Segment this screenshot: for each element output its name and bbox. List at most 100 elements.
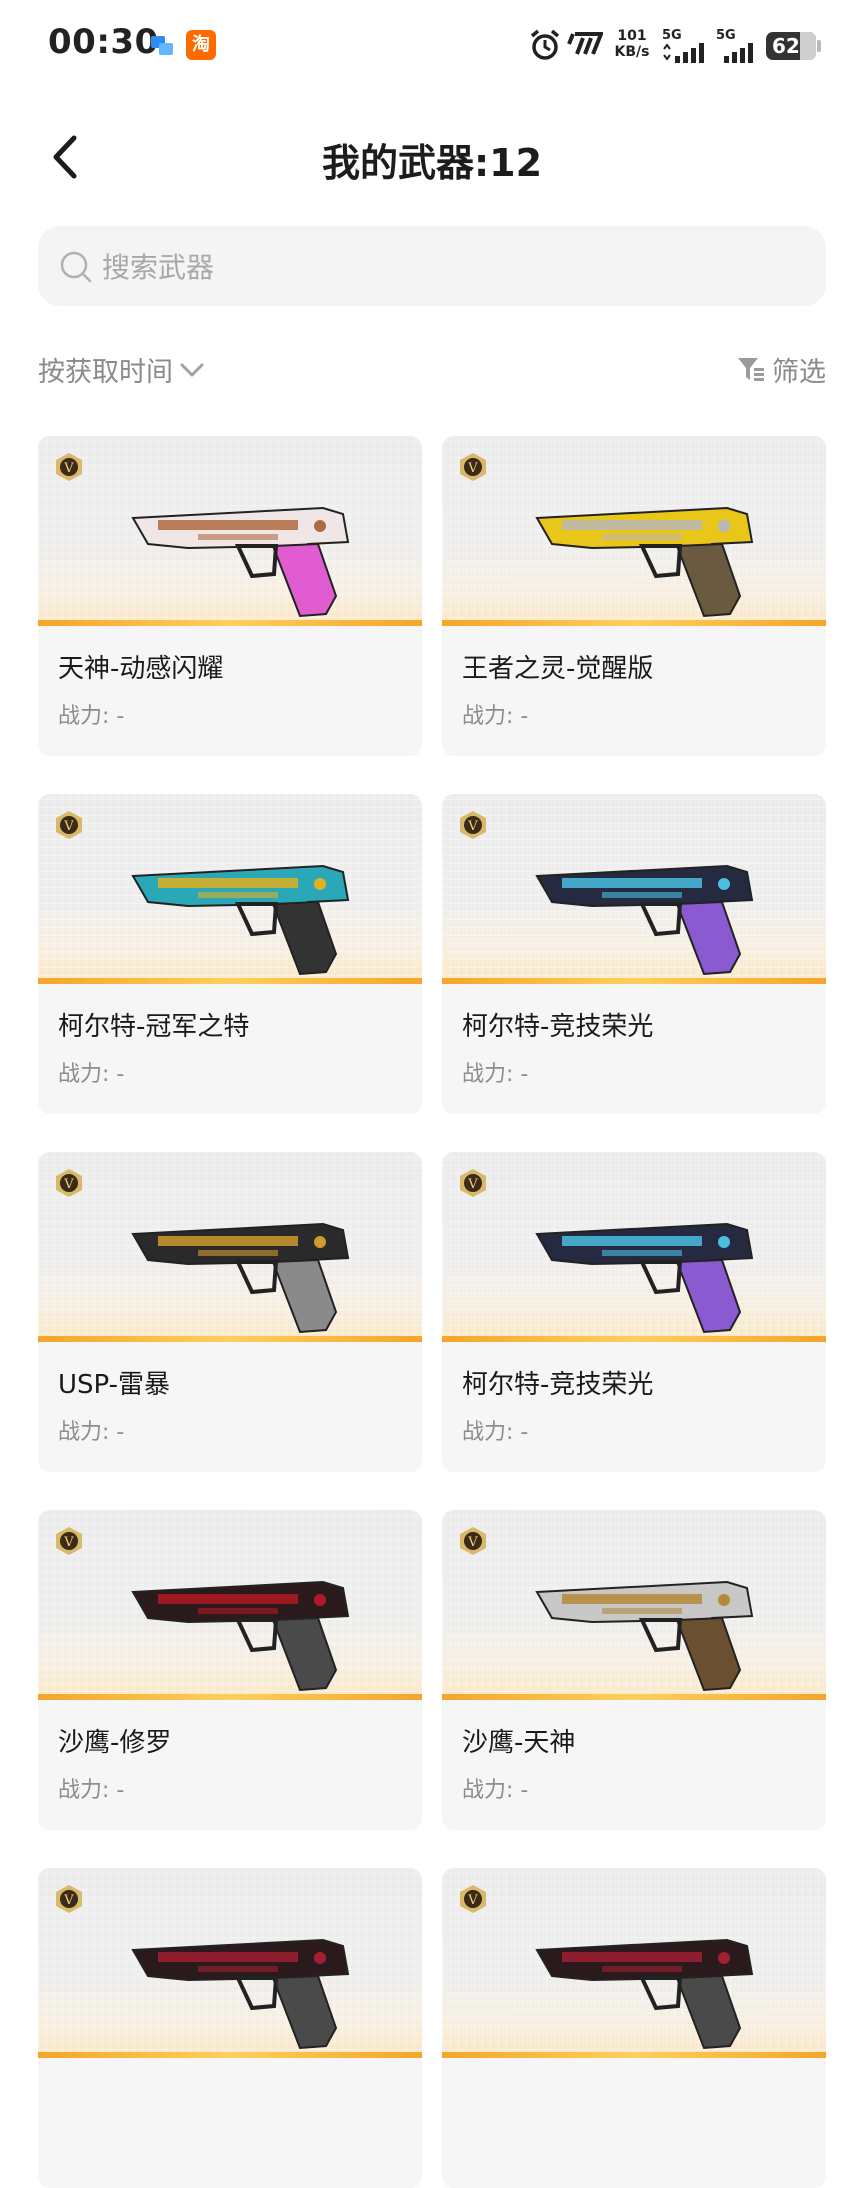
weapon-card[interactable]: V 柯尔特-冠军之特 战力: -	[38, 794, 422, 1114]
battery-empty-area	[800, 32, 816, 60]
vip-badge-icon: V	[56, 453, 82, 481]
vip-badge-icon: V	[56, 1527, 82, 1555]
page-title: 我的武器:12	[321, 141, 543, 185]
weapon-name: 沙鹰-修罗	[58, 1728, 172, 1758]
weapon-power: 战力: -	[462, 1062, 529, 1087]
weapon-image-area: V	[442, 1510, 826, 1700]
weapon-name: 天神-动感闪耀	[58, 654, 224, 684]
speed-unit: KB/s	[614, 44, 650, 60]
signal-1: 5G	[662, 28, 710, 64]
weapon-image-area: V	[38, 1152, 422, 1342]
chevron-down-icon	[180, 363, 204, 376]
net-type-2: 5G	[716, 28, 736, 43]
weapon-card[interactable]: V 沙鹰-天神 战力: -	[442, 1510, 826, 1830]
vip-badge-icon: V	[56, 811, 82, 839]
speed-value: 101	[617, 28, 647, 44]
vip-badge-icon: V	[460, 1885, 486, 1913]
weapon-card[interactable]: V USP-雷暴 战力: -	[38, 1152, 422, 1472]
badge-letter: V	[63, 1535, 74, 1550]
weapon-card[interactable]: V	[38, 1868, 422, 2188]
rarity-bar	[38, 978, 422, 984]
weapon-card[interactable]: V 柯尔特-竞技荣光 战力: -	[442, 1152, 826, 1472]
weapon-image	[535, 1580, 754, 1692]
status-bar: 00:30 淘 101 KB/s 5G 5G 62	[0, 0, 864, 95]
weapon-card[interactable]: V 柯尔特-竞技荣光 战力: -	[442, 794, 826, 1114]
weapon-card[interactable]: V 沙鹰-修罗 战力: -	[38, 1510, 422, 1830]
weapon-image	[131, 1938, 350, 2050]
weapon-image	[535, 506, 754, 618]
rarity-bar	[38, 620, 422, 626]
weapon-name: 柯尔特-冠军之特	[58, 1012, 250, 1042]
badge-letter: V	[63, 461, 74, 476]
weapon-image-area: V	[442, 794, 826, 984]
rarity-bar	[442, 620, 826, 626]
weapon-image-area: V	[442, 1152, 826, 1342]
signal-bars-1-icon	[663, 43, 704, 63]
weapon-image-area: V	[442, 1868, 826, 2058]
badge-letter: V	[63, 1177, 74, 1192]
weapon-image	[535, 1938, 754, 2050]
weapon-power: 战力: -	[58, 1778, 125, 1803]
vip-badge-icon: V	[460, 1527, 486, 1555]
badge-letter: V	[467, 1177, 478, 1192]
weapon-name: 王者之灵-觉醒版	[462, 654, 654, 684]
badge-letter: V	[467, 819, 478, 834]
net-type-1: 5G	[662, 28, 682, 43]
rarity-bar	[442, 1336, 826, 1342]
weapon-name: 柯尔特-竞技荣光	[462, 1012, 654, 1042]
weapon-power: 战力: -	[58, 1062, 125, 1087]
clock: 00:30	[48, 22, 159, 62]
weapon-image	[131, 1580, 350, 1692]
search-bar[interactable]	[38, 226, 826, 308]
filter-button[interactable]: 筛选	[736, 350, 826, 389]
network-speed: 101 KB/s	[612, 28, 652, 60]
taobao-notification-icon: 淘	[186, 30, 216, 60]
badge-letter: V	[63, 819, 74, 834]
filter-funnel-icon	[738, 357, 764, 381]
battery-indicator: 62	[766, 32, 821, 60]
rarity-bar	[38, 2052, 422, 2058]
battery-level: 62	[772, 34, 800, 58]
weapon-power: 战力: -	[462, 1778, 529, 1803]
badge-letter: V	[467, 1893, 478, 1908]
signal-2: 5G	[716, 28, 760, 64]
vip-badge-icon: V	[460, 1169, 486, 1197]
weapon-power: 战力: -	[58, 1420, 125, 1445]
badge-letter: V	[63, 1893, 74, 1908]
weapon-image	[535, 864, 754, 976]
vip-badge-icon: V	[460, 811, 486, 839]
filter-label: 筛选	[772, 357, 826, 388]
weapon-image-area: V	[38, 1868, 422, 2058]
rarity-bar	[442, 978, 826, 984]
nfc-icon	[567, 32, 603, 55]
weapon-card[interactable]: V	[442, 1868, 826, 2188]
sort-label: 按获取时间	[38, 357, 173, 388]
weapon-image-area: V	[38, 794, 422, 984]
app-notification-icon	[151, 36, 173, 55]
weapon-image	[131, 1222, 350, 1334]
weapon-name: USP-雷暴	[58, 1370, 171, 1400]
alarm-icon	[530, 29, 560, 60]
weapon-name: 沙鹰-天神	[462, 1728, 576, 1758]
vip-badge-icon: V	[460, 453, 486, 481]
weapon-image	[131, 506, 350, 618]
rarity-bar	[442, 2052, 826, 2058]
rarity-bar	[38, 1336, 422, 1342]
vip-badge-icon: V	[56, 1169, 82, 1197]
sort-dropdown[interactable]: 按获取时间	[38, 350, 205, 389]
weapon-power: 战力: -	[462, 1420, 529, 1445]
rarity-bar	[442, 1694, 826, 1700]
weapon-card[interactable]: V 天神-动感闪耀 战力: -	[38, 436, 422, 756]
weapon-image	[131, 864, 350, 976]
signal-bars-2-icon	[724, 43, 753, 63]
weapon-name: 柯尔特-竞技荣光	[462, 1370, 654, 1400]
weapon-image-area: V	[38, 436, 422, 626]
badge-letter: V	[467, 1535, 478, 1550]
search-input[interactable]	[100, 226, 804, 308]
rarity-bar	[38, 1694, 422, 1700]
weapon-power: 战力: -	[462, 704, 529, 729]
weapon-card[interactable]: V 王者之灵-觉醒版 战力: -	[442, 436, 826, 756]
weapon-image-area: V	[38, 1510, 422, 1700]
search-icon	[60, 251, 92, 283]
weapon-image	[535, 1222, 754, 1334]
